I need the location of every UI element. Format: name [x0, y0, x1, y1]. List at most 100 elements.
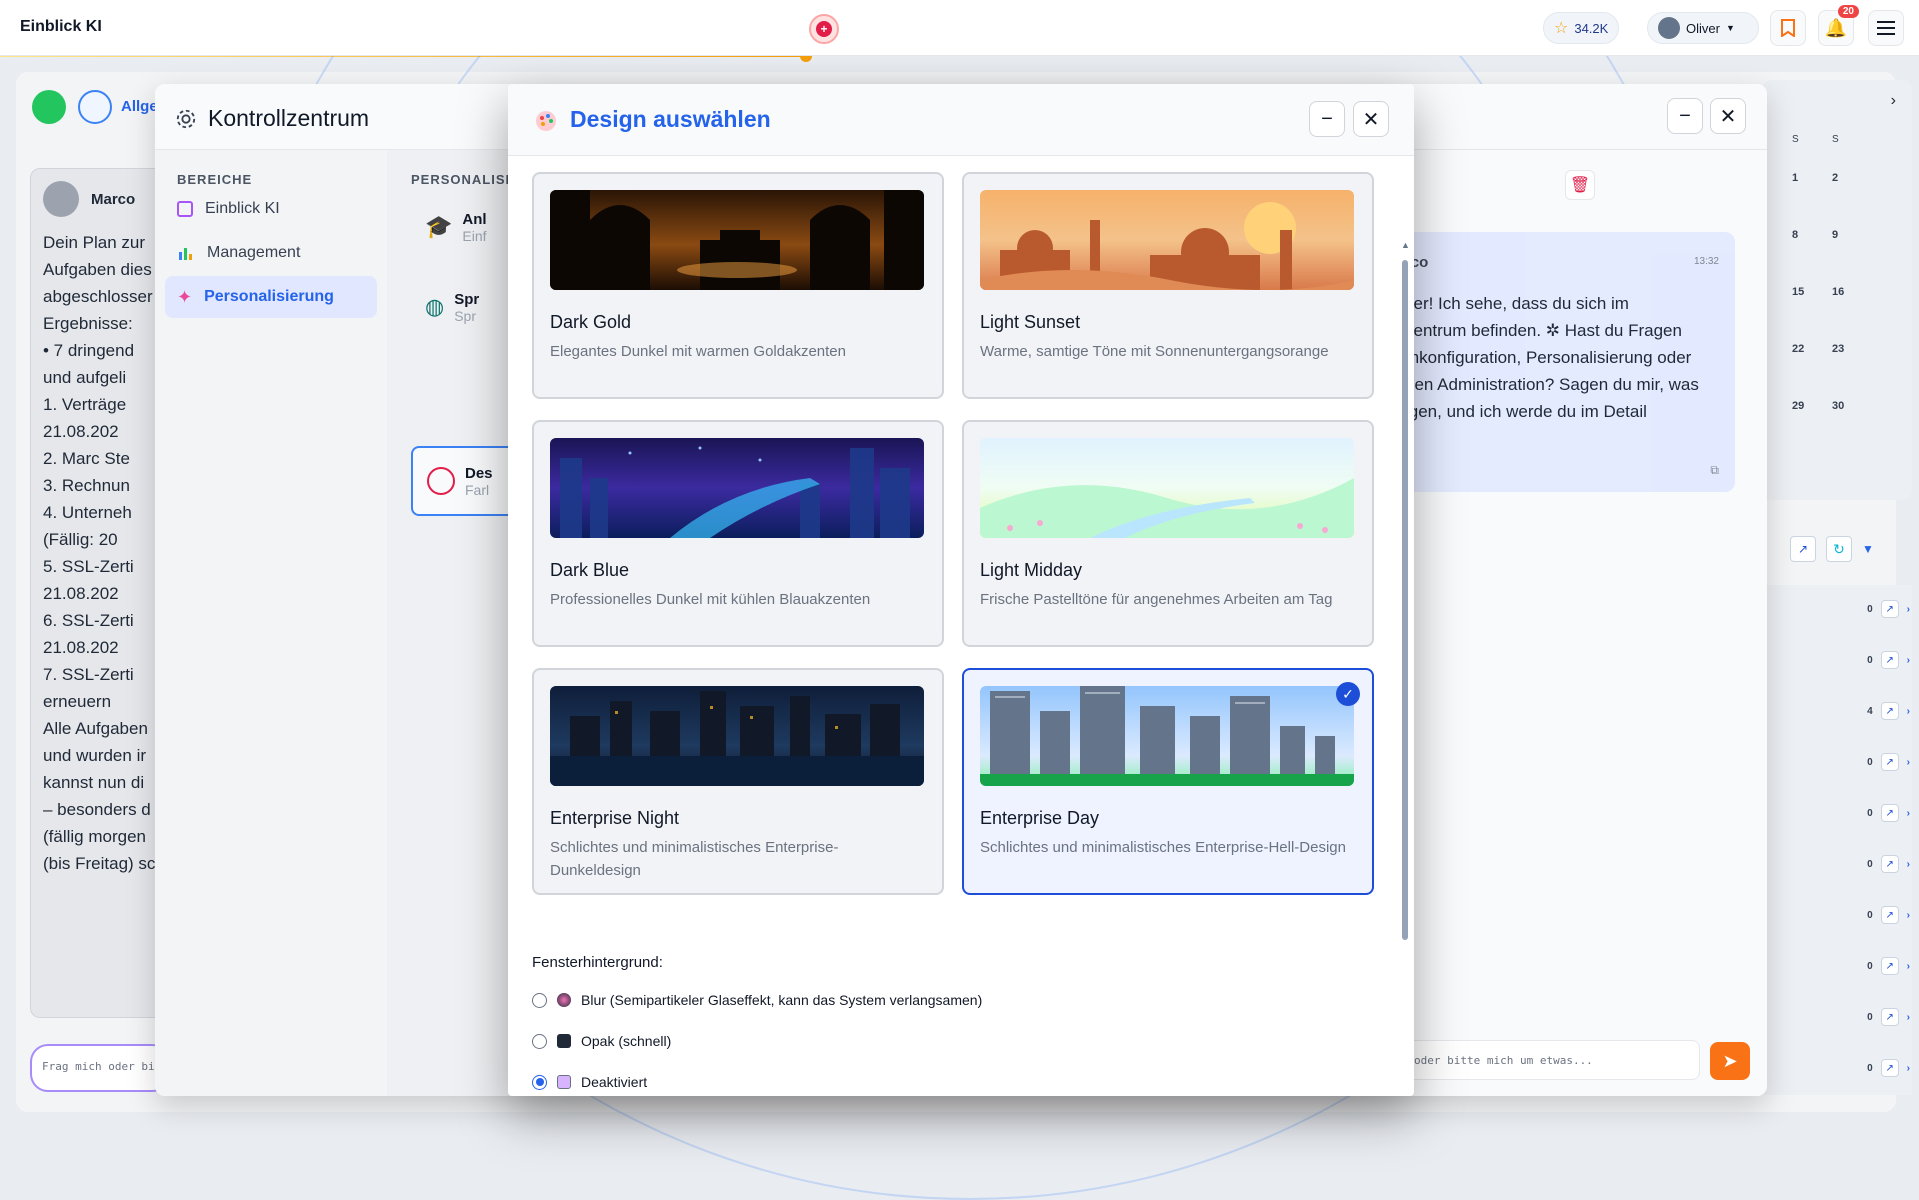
calendar-day[interactable]: 30: [1832, 400, 1844, 412]
user-menu[interactable]: Oliver ▼: [1647, 12, 1759, 44]
open-icon[interactable]: ↗: [1880, 600, 1899, 618]
bookmark-icon: [1781, 19, 1795, 37]
chat-line: 7. SSL-Zerti: [43, 665, 134, 684]
task-row[interactable]: 0 ↗ ›: [1800, 1051, 1910, 1085]
task-row[interactable]: 0 ↗ ›: [1800, 898, 1910, 932]
scrollbar-thumb[interactable]: [1402, 260, 1408, 940]
chat-line: 21.08.202: [43, 422, 119, 441]
calendar-day[interactable]: 15: [1792, 286, 1804, 298]
chevron-right-icon[interactable]: ›: [1907, 961, 1910, 972]
calendar-day[interactable]: 8: [1792, 229, 1798, 241]
chat-input[interactable]: Frag mich oder bi: [30, 1044, 170, 1092]
brain-icon[interactable]: [78, 90, 112, 124]
calendar-day[interactable]: 29: [1792, 400, 1804, 412]
calendar-day[interactable]: 2: [1832, 172, 1838, 184]
close-button[interactable]: ✕: [1710, 98, 1746, 134]
task-row[interactable]: 0 ↗ ›: [1800, 847, 1910, 881]
radio-button[interactable]: [532, 992, 547, 1008]
close-button[interactable]: ✕: [1353, 101, 1389, 137]
chevron-right-icon[interactable]: ›: [1907, 859, 1910, 870]
task-row[interactable]: 0 ↗ ›: [1800, 643, 1910, 677]
chat-line: 1. Verträge: [43, 395, 127, 414]
tab-label[interactable]: Allge: [121, 98, 158, 115]
theme-card-light-midday[interactable]: Light Midday Frische Pastelltöne für ang…: [962, 420, 1374, 647]
theme-preview-image: [550, 190, 924, 290]
sidebar-item-personalisierung[interactable]: ✦ Personalisierung: [165, 276, 377, 318]
open-icon[interactable]: ↗: [1880, 651, 1899, 669]
theme-card-light-sunset[interactable]: Light Sunset Warme, samtige Töne mit Son…: [962, 172, 1374, 399]
calendar-day[interactable]: 16: [1832, 286, 1844, 298]
open-icon[interactable]: ↗: [1880, 957, 1899, 975]
send-button[interactable]: ➤: [1710, 1042, 1750, 1080]
sidebar-item-einblick-ki[interactable]: Einblick KI: [165, 188, 377, 230]
task-row[interactable]: 0 ↗ ›: [1800, 592, 1910, 626]
app-logo-icon[interactable]: +: [809, 14, 839, 44]
task-row[interactable]: 0 ↗ ›: [1800, 745, 1910, 779]
expand-icon[interactable]: ↗: [1790, 536, 1816, 562]
top-bar: Einblick KI + ☆ 34.2K Oliver ▼ 🔔 20: [0, 0, 1919, 56]
chat-line: Aufgaben dies: [43, 260, 152, 279]
trash-icon[interactable]: 🗑: [1565, 170, 1595, 200]
chevron-right-icon[interactable]: ›: [1907, 655, 1910, 666]
chevron-right-icon[interactable]: ›: [1907, 706, 1910, 717]
open-icon[interactable]: ↗: [1880, 855, 1899, 873]
refresh-icon[interactable]: ↻: [1826, 536, 1852, 562]
task-row[interactable]: 0 ↗ ›: [1800, 796, 1910, 830]
sidebar-item-management[interactable]: Management: [165, 232, 377, 274]
hamburger-menu-button[interactable]: [1868, 10, 1904, 46]
chevron-right-icon[interactable]: ›: [1907, 1012, 1910, 1023]
chevron-right-icon[interactable]: ›: [1907, 1063, 1910, 1074]
dropdown-icon[interactable]: ▼: [1862, 542, 1874, 556]
open-icon[interactable]: ↗: [1880, 906, 1899, 924]
chevron-right-icon[interactable]: ›: [1891, 92, 1896, 110]
task-row[interactable]: 4 ↗ ›: [1800, 694, 1910, 728]
theme-name: Dark Gold: [550, 312, 632, 332]
option-title: Anl: [462, 210, 487, 228]
app-brand[interactable]: Einblick KI: [20, 18, 102, 36]
radio-button[interactable]: [532, 1033, 547, 1049]
open-icon[interactable]: ↗: [1880, 1008, 1899, 1026]
chat-line: mkonfiguration, Personalisierung oder: [1405, 348, 1692, 367]
minimize-button[interactable]: −: [1667, 98, 1703, 134]
chevron-right-icon[interactable]: ›: [1907, 604, 1910, 615]
calendar-day[interactable]: 22: [1792, 343, 1804, 355]
assistant-message-text: ver! Ich sehe, dass du sich im zentrum be…: [1405, 290, 1735, 425]
bookmark-button[interactable]: [1770, 10, 1806, 46]
copy-icon[interactable]: ⧉: [1710, 463, 1719, 478]
chat-line: (fällig morgen: [43, 827, 146, 846]
background-option-blur[interactable]: Blur (Semipartikeler Glaseffekt, kann da…: [532, 992, 982, 1008]
background-option-deaktiviert[interactable]: Deaktiviert: [532, 1074, 647, 1090]
avatar: [1658, 17, 1680, 39]
radio-button[interactable]: [532, 1074, 547, 1090]
theme-card-enterprise-night[interactable]: Enterprise Night Schlichtes und minimali…: [532, 668, 944, 895]
theme-card-enterprise-day[interactable]: ✓ Enterprise Day Schlichtes und minimali…: [962, 668, 1374, 895]
theme-card-dark-blue[interactable]: Dark Blue Professionelles Dunkel mit küh…: [532, 420, 944, 647]
calendar-day[interactable]: 9: [1832, 229, 1838, 241]
task-row[interactable]: 0 ↗ ›: [1800, 949, 1910, 983]
open-icon[interactable]: ↗: [1880, 804, 1899, 822]
background-option-opak[interactable]: Opak (schnell): [532, 1033, 671, 1049]
caret-down-icon: ▼: [1725, 23, 1735, 33]
chat-line: 6. SSL-Zerti: [43, 611, 134, 630]
notification-badge: 20: [1837, 5, 1859, 18]
assistant-input[interactable]: oder bitte mich um etwas...: [1405, 1040, 1700, 1080]
theme-description: Schlichtes und minimalistisches Enterpri…: [550, 839, 839, 879]
chevron-right-icon[interactable]: ›: [1907, 910, 1910, 921]
task-count: 0: [1867, 654, 1873, 666]
open-icon[interactable]: ↗: [1880, 702, 1899, 720]
calendar-day[interactable]: 1: [1792, 172, 1798, 184]
menu-icon: [1877, 21, 1895, 35]
stars-pill[interactable]: ☆ 34.2K: [1543, 12, 1620, 44]
scrollbar[interactable]: ▲: [1400, 240, 1410, 1096]
chevron-right-icon[interactable]: ›: [1907, 808, 1910, 819]
notifications-button[interactable]: 🔔 20: [1818, 5, 1859, 46]
chevron-right-icon[interactable]: ›: [1907, 757, 1910, 768]
minimize-button[interactable]: −: [1309, 101, 1345, 137]
chat-line: 5. SSL-Zerti: [43, 557, 134, 576]
document-icon[interactable]: [32, 90, 66, 124]
open-icon[interactable]: ↗: [1880, 1059, 1899, 1077]
calendar-day[interactable]: 23: [1832, 343, 1844, 355]
task-row[interactable]: 0 ↗ ›: [1800, 1000, 1910, 1034]
open-icon[interactable]: ↗: [1880, 753, 1899, 771]
theme-card-dark-gold[interactable]: Dark Gold Elegantes Dunkel mit warmen Go…: [532, 172, 944, 399]
